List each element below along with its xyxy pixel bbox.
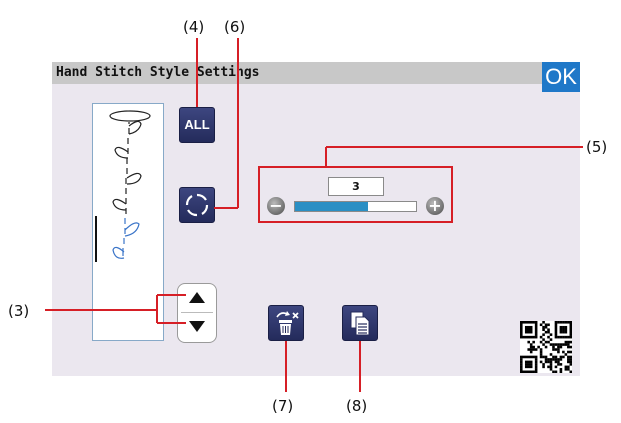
callout-5: (5) [586,138,608,156]
callout-6: (6) [224,18,246,36]
callout-7: (7) [272,397,294,415]
callout-4: (4) [183,18,205,36]
stitch-length-callout-box [258,166,453,223]
callout-8: (8) [346,397,368,415]
callout-3: (3) [8,302,30,320]
